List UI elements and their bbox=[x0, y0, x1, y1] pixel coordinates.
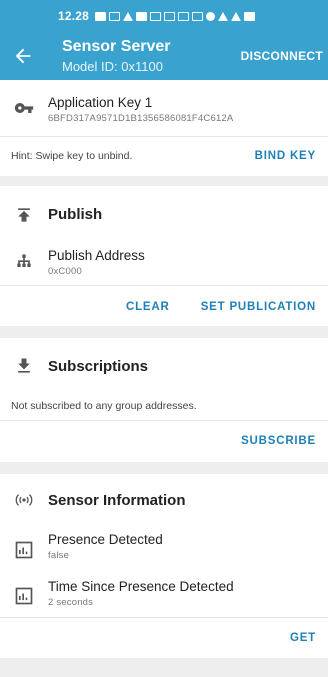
dnd-icon bbox=[206, 11, 216, 21]
subscriptions-empty-text: Not subscribed to any group addresses. bbox=[11, 400, 197, 412]
status-bar: 12.28 bbox=[0, 0, 328, 32]
divider bbox=[0, 285, 328, 286]
wifi-icon bbox=[218, 11, 229, 21]
publish-address-value: 0xC000 bbox=[48, 266, 82, 277]
status-icons bbox=[95, 11, 256, 21]
divider bbox=[0, 617, 328, 618]
sim-icon bbox=[109, 11, 121, 21]
app-key-row[interactable]: Application Key 1 6BFD317A9571D1B1356586… bbox=[0, 80, 328, 136]
linkedin-icon bbox=[164, 11, 176, 21]
subscriptions-title: Subscriptions bbox=[48, 358, 149, 375]
sensor-item-time-since: Time Since Presence Detected 2 seconds bbox=[0, 574, 328, 618]
swipe-hint: Hint: Swipe key to unbind. bbox=[11, 150, 133, 162]
publish-address-label: Publish Address bbox=[48, 248, 145, 263]
sensor-card: Sensor Information Presence Detected fal… bbox=[0, 474, 328, 658]
divider bbox=[0, 136, 328, 137]
disconnect-button[interactable]: DISCONNECT bbox=[241, 49, 323, 63]
model-id: Model ID: 0x1100 bbox=[62, 59, 163, 74]
sensor-title: Sensor Information bbox=[48, 492, 186, 509]
app-key-card: Application Key 1 6BFD317A9571D1B1356586… bbox=[0, 80, 328, 176]
tesla-icon bbox=[123, 11, 134, 21]
sensor-item-presence: Presence Detected false bbox=[0, 528, 328, 572]
sensor-item-value: 2 seconds bbox=[48, 597, 94, 608]
publish-icon bbox=[18, 208, 30, 222]
publish-title: Publish bbox=[48, 206, 103, 223]
publish-card: Publish Publish Address 0xC000 CLEAR SET… bbox=[0, 186, 328, 326]
sensor-item-label: Time Since Presence Detected bbox=[48, 579, 234, 594]
bind-key-button[interactable]: BIND KEY bbox=[255, 150, 316, 162]
linkedin-icon bbox=[150, 11, 162, 21]
clear-button[interactable]: CLEAR bbox=[126, 301, 170, 313]
page-title: Sensor Server bbox=[62, 38, 171, 55]
chart-icon bbox=[15, 587, 33, 605]
status-time: 12.28 bbox=[58, 9, 90, 23]
app-key-title: Application Key 1 bbox=[48, 95, 153, 110]
publish-address-row[interactable]: Publish Address 0xC000 bbox=[0, 238, 328, 284]
get-button[interactable]: GET bbox=[290, 632, 316, 644]
sensor-item-label: Presence Detected bbox=[48, 532, 163, 547]
back-arrow-icon[interactable] bbox=[12, 45, 34, 67]
sensor-item-value: false bbox=[48, 550, 70, 561]
chart-icon bbox=[15, 541, 33, 559]
battery-icon bbox=[244, 11, 256, 21]
sensor-icon bbox=[15, 494, 33, 506]
set-publication-button[interactable]: SET PUBLICATION bbox=[201, 301, 316, 313]
notification-icon bbox=[95, 11, 107, 21]
network-icon bbox=[17, 254, 31, 267]
app-key-value: 6BFD317A9571D1B1356586081F4C612A bbox=[48, 113, 234, 124]
download-icon bbox=[18, 358, 30, 373]
vibrate-icon bbox=[192, 11, 204, 21]
signal-icon bbox=[231, 11, 242, 21]
app-bar: Sensor Server Model ID: 0x1100 DISCONNEC… bbox=[0, 32, 328, 80]
divider bbox=[0, 420, 328, 421]
notification-icon bbox=[136, 11, 148, 21]
nfc-icon bbox=[178, 11, 190, 21]
key-icon bbox=[14, 103, 34, 113]
subscriptions-card: Subscriptions Not subscribed to any grou… bbox=[0, 338, 328, 462]
subscribe-button[interactable]: SUBSCRIBE bbox=[241, 435, 316, 447]
